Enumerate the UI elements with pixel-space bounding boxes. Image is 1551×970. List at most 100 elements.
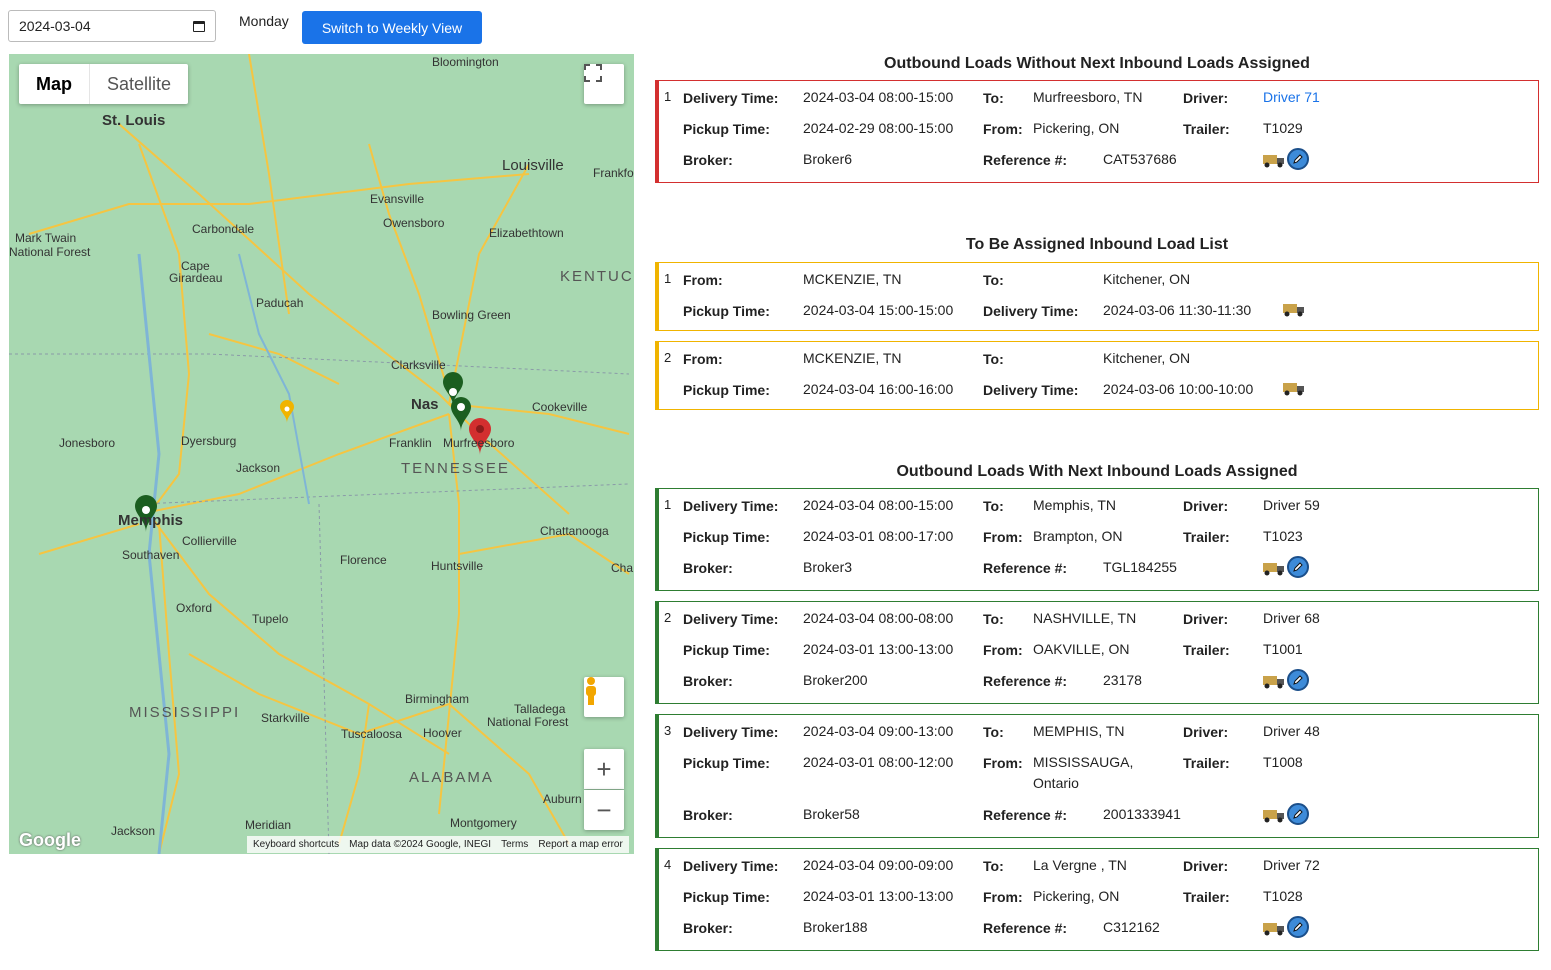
map-label: Cookeville: [532, 400, 588, 414]
map-label: Tuscaloosa: [341, 727, 402, 741]
map-label: ALABAMA: [409, 769, 494, 786]
broker-label: Broker:: [683, 152, 733, 168]
map-label: Talladega: [514, 702, 566, 716]
switch-weekly-view-button[interactable]: Switch to Weekly View: [302, 11, 482, 44]
map-label: Murfreesboro: [443, 436, 515, 450]
map-label: Florence: [340, 553, 387, 567]
load-number: 2: [664, 350, 672, 365]
pickup-time-label: Pickup Time:: [683, 889, 770, 905]
google-logo: Google: [19, 830, 81, 850]
map-label: Evansville: [370, 192, 425, 206]
to-value: La Vergne , TN: [1033, 857, 1127, 873]
map-type-satellite[interactable]: Satellite: [89, 64, 188, 104]
zoom-in-icon[interactable]: +: [584, 749, 624, 789]
trailer-value: T1028: [1263, 888, 1303, 904]
from-value: OAKVILLE, ON: [1033, 641, 1130, 657]
delivery-time-label: Delivery Time:: [983, 303, 1079, 319]
to-value: Murfreesboro, TN: [1033, 89, 1143, 105]
fullscreen-icon[interactable]: [584, 64, 624, 104]
to-label: To:: [983, 611, 1004, 627]
from-label: From:: [983, 529, 1023, 545]
broker-value: Broker6: [803, 151, 853, 167]
delivery-time-value: 2024-03-04 08:00-15:00: [803, 497, 954, 513]
truck-icon[interactable]: [1263, 673, 1285, 689]
edit-icon[interactable]: [1287, 148, 1309, 170]
outbound-load-card: 3 Delivery Time: 2024-03-04 09:00-13:00 …: [655, 714, 1539, 838]
map-label: St. Louis: [102, 112, 166, 129]
map-label: Frankfo: [593, 166, 634, 180]
map-label: National Forest: [487, 715, 569, 729]
pickup-time-value: 2024-03-01 08:00-12:00: [803, 754, 954, 770]
delivery-time-value: 2024-03-04 09:00-09:00: [803, 857, 954, 873]
map-label: Huntsville: [431, 559, 484, 573]
map-type-map[interactable]: Map: [19, 64, 89, 104]
pickup-time-label: Pickup Time:: [683, 303, 770, 319]
pickup-time-value: 2024-03-01 13:00-13:00: [803, 888, 954, 904]
broker-label: Broker:: [683, 920, 733, 936]
outbound-load-card: 2 Delivery Time: 2024-03-04 08:00-08:00 …: [655, 601, 1539, 704]
map-label: Collierville: [182, 534, 237, 548]
broker-label: Broker:: [683, 807, 733, 823]
map-label: Hoover: [423, 726, 462, 740]
report-error-link[interactable]: Report a map error: [538, 839, 622, 850]
delivery-time-label: Delivery Time:: [683, 858, 779, 874]
map-label: KENTUC: [560, 268, 634, 285]
terms-link[interactable]: Terms: [501, 839, 528, 850]
broker-value: Broker200: [803, 672, 868, 688]
load-number: 1: [664, 497, 672, 512]
trailer-label: Trailer:: [1183, 121, 1230, 137]
pickup-time-value: 2024-03-04 16:00-16:00: [803, 381, 954, 397]
to-value: NASHVILLE, TN: [1033, 610, 1137, 626]
reference-label: Reference #:: [983, 920, 1068, 936]
outbound-load-card: 1 Delivery Time: 2024-03-04 08:00-15:00 …: [655, 488, 1539, 591]
load-number: 1: [664, 271, 672, 286]
map-label: Starkville: [261, 711, 310, 725]
truck-icon[interactable]: [1263, 807, 1285, 823]
driver-value: Driver 68: [1263, 610, 1320, 626]
pickup-time-label: Pickup Time:: [683, 121, 770, 137]
from-label: From:: [983, 642, 1023, 658]
reference-value: 2001333941: [1103, 806, 1181, 822]
map-label: Mark Twain: [15, 231, 77, 245]
map-marker[interactable]: [280, 400, 294, 423]
date-input[interactable]: 2024-03-04: [8, 10, 216, 42]
truck-icon[interactable]: [1263, 152, 1285, 168]
map-marker[interactable]: [451, 397, 471, 431]
map-label: Carbondale: [192, 222, 255, 236]
delivery-time-label: Delivery Time:: [983, 382, 1079, 398]
map-label: Louisville: [502, 157, 564, 174]
trailer-label: Trailer:: [1183, 889, 1230, 905]
truck-icon[interactable]: [1283, 380, 1305, 396]
calendar-icon[interactable]: [193, 20, 205, 32]
map-label: Birmingham: [405, 692, 470, 706]
edit-icon[interactable]: [1287, 669, 1309, 691]
map-roads: [9, 54, 630, 854]
delivery-time-value: 2024-03-04 08:00-08:00: [803, 610, 954, 626]
map-label: Montgomery: [450, 816, 517, 830]
delivery-time-label: Delivery Time:: [683, 611, 779, 627]
zoom-out-icon[interactable]: −: [584, 790, 624, 830]
truck-icon[interactable]: [1263, 920, 1285, 936]
inbound-load-card: 1 From: MCKENZIE, TN To: Kitchener, ON P…: [655, 262, 1539, 331]
edit-icon[interactable]: [1287, 556, 1309, 578]
from-value: Pickering, ON: [1033, 888, 1120, 904]
driver-link[interactable]: Driver 71: [1263, 89, 1320, 105]
truck-icon[interactable]: [1283, 301, 1305, 317]
edit-icon[interactable]: [1287, 916, 1309, 938]
pickup-time-label: Pickup Time:: [683, 755, 770, 771]
map[interactable]: Map Satellite + − St. Louis Bloomington …: [9, 54, 634, 854]
reference-value: 23178: [1103, 672, 1142, 688]
map-label: Jackson: [111, 824, 156, 838]
edit-icon[interactable]: [1287, 803, 1309, 825]
pickup-time-label: Pickup Time:: [683, 529, 770, 545]
truck-icon[interactable]: [1263, 560, 1285, 576]
delivery-time-label: Delivery Time:: [683, 724, 779, 740]
map-label: Nas: [411, 396, 439, 413]
street-view-icon[interactable]: [584, 677, 624, 717]
map-label: Memphis: [118, 512, 184, 529]
keyboard-shortcuts-link[interactable]: Keyboard shortcuts: [253, 839, 339, 850]
from-value-line2: Ontario: [1033, 775, 1079, 791]
from-value: Pickering, ON: [1033, 120, 1120, 136]
map-label: Chattanooga: [540, 524, 609, 538]
to-label: To:: [983, 498, 1004, 514]
